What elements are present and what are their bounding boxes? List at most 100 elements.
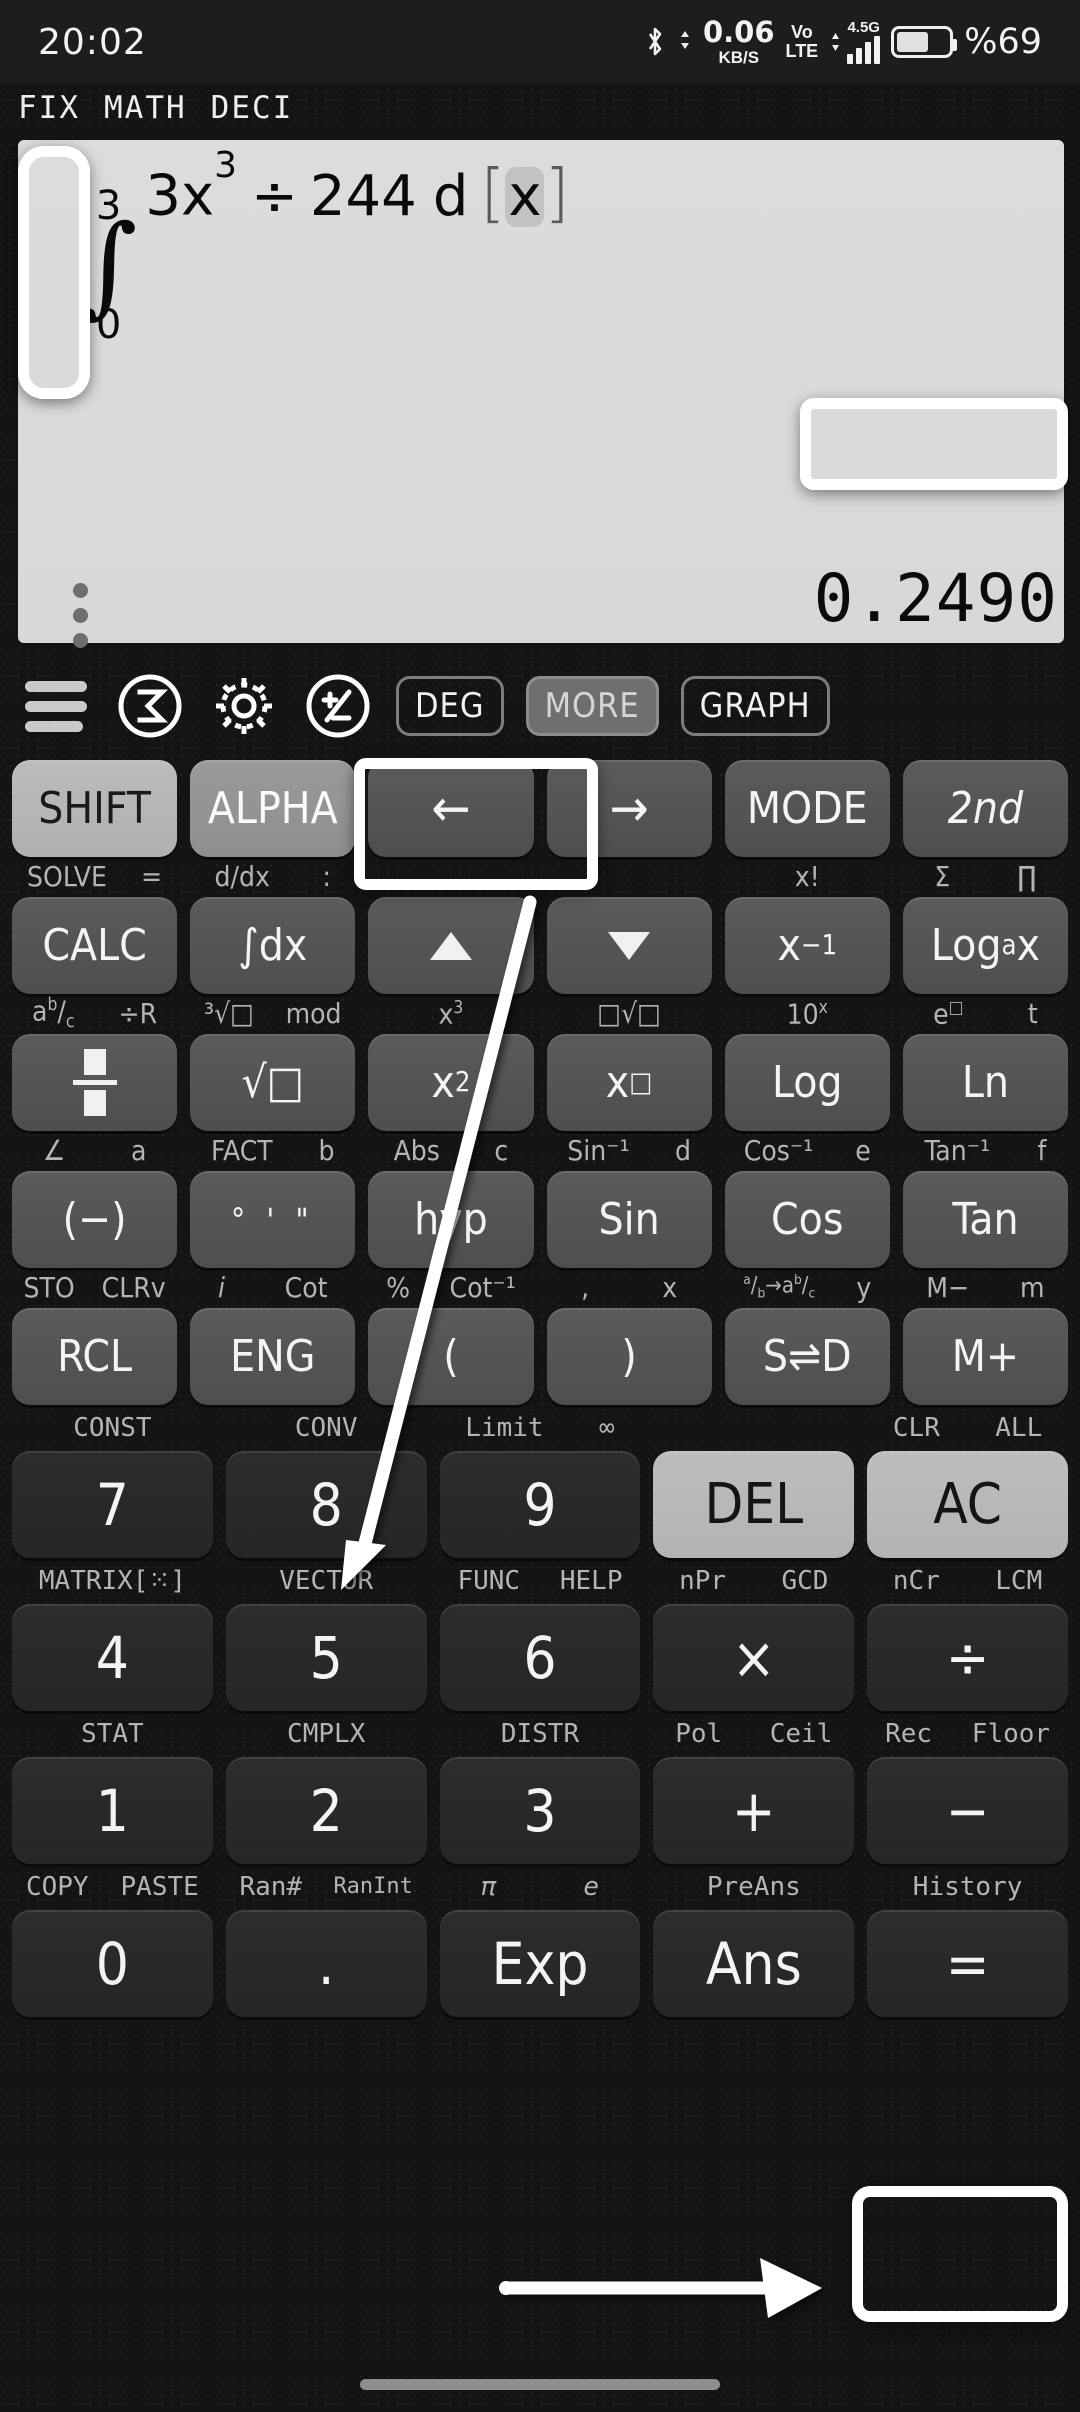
- key-calc[interactable]: CALC: [12, 897, 178, 994]
- key-x-squared[interactable]: x2: [368, 1034, 534, 1131]
- label-sigma: Σ: [934, 860, 951, 893]
- label-b: b: [318, 1134, 335, 1167]
- label-group-mminus: M− m: [903, 1274, 1068, 1302]
- key-divide[interactable]: ÷: [867, 1604, 1068, 1711]
- label-vector: VECTOR: [279, 1566, 374, 1596]
- key-minus[interactable]: −: [867, 1757, 1068, 1864]
- key-eng[interactable]: ENG: [190, 1308, 356, 1405]
- key-hyp[interactable]: hyp: [368, 1171, 534, 1268]
- label-x-cubed: x3: [438, 997, 464, 1031]
- vertical-dots-icon[interactable]: [73, 583, 88, 648]
- key-4[interactable]: 4: [12, 1604, 213, 1711]
- key-negative[interactable]: (−): [12, 1171, 178, 1268]
- label-t: t: [1027, 996, 1038, 1030]
- expression-exponent: 3: [214, 145, 237, 187]
- label-arctan: Tan⁻¹: [924, 1134, 991, 1167]
- key-arrow-up[interactable]: [368, 897, 534, 994]
- key-s-d-toggle[interactable]: S⇌D: [724, 1308, 890, 1405]
- expression-coefficient-x: 3x: [145, 164, 215, 229]
- key-mode[interactable]: MODE: [724, 760, 890, 857]
- label-group-history: History: [867, 1874, 1068, 1900]
- key-log-base-a[interactable]: Log a x: [902, 897, 1069, 994]
- key-square-root[interactable]: √□: [190, 1034, 356, 1131]
- label-npr: nPr: [679, 1566, 727, 1596]
- key-alpha[interactable]: ALPHA: [190, 760, 356, 857]
- label-ddx: d/dx: [214, 860, 270, 893]
- hamburger-menu-icon[interactable]: [20, 670, 92, 742]
- label-ncr: nCr: [892, 1566, 940, 1596]
- key-m-plus[interactable]: M+: [902, 1308, 1069, 1405]
- key-8[interactable]: 8: [225, 1451, 427, 1558]
- label-arcsin: Sin⁻¹: [567, 1134, 630, 1167]
- mode-indicator-fix: FIX: [18, 90, 80, 126]
- label-group-fact2: FACT b: [190, 1137, 355, 1165]
- key-ans[interactable]: Ans: [653, 1910, 855, 2017]
- label-abs: Abs: [393, 1134, 440, 1167]
- key-0[interactable]: 0: [12, 1910, 213, 2017]
- key-del[interactable]: DEL: [653, 1451, 855, 1558]
- key-degree-minute-second[interactable]: ° ' ": [190, 1171, 356, 1268]
- integral-operator: 3 ∫ 0: [80, 186, 137, 345]
- key-exp[interactable]: Exp: [439, 1910, 641, 2017]
- key-arrow-left[interactable]: ←: [368, 760, 534, 857]
- label-group-sto: STO CLRv: [12, 1274, 177, 1302]
- sigma-circle-icon[interactable]: [114, 670, 186, 742]
- label-group-preans: PreAns: [653, 1874, 854, 1900]
- label-a: a: [130, 1134, 147, 1167]
- key-equals[interactable]: =: [867, 1910, 1068, 2017]
- key-fraction[interactable]: [12, 1034, 178, 1131]
- key-2[interactable]: 2: [225, 1757, 427, 1864]
- key-x-power[interactable]: x □: [546, 1034, 712, 1131]
- label-clr: CLR: [892, 1413, 940, 1443]
- expression-line[interactable]: 3 ∫ 0 3x3 ÷ 244 d [ x ]: [80, 148, 1034, 345]
- keypad: SHIFT ALPHA ← → MODE 2nd SOLVE = d/dx :: [0, 760, 1080, 2017]
- key-cos[interactable]: Cos: [724, 1171, 890, 1268]
- label-group-stat: STAT: [12, 1721, 213, 1747]
- calculator-display[interactable]: 3 ∫ 0 3x3 ÷ 244 d [ x ] 0.2490: [18, 140, 1064, 648]
- label-rec: Rec: [885, 1719, 933, 1749]
- key-multiply[interactable]: ×: [653, 1604, 855, 1711]
- label-group-matrix: MATRIX[⁙]: [12, 1568, 213, 1594]
- key-6[interactable]: 6: [439, 1604, 641, 1711]
- key-sin[interactable]: Sin: [546, 1171, 712, 1268]
- label-group-calc: SOLVE =: [12, 863, 177, 891]
- label-div-r: ÷R: [118, 997, 158, 1030]
- more-button[interactable]: MORE: [525, 676, 659, 736]
- key-rcl[interactable]: RCL: [12, 1308, 178, 1405]
- key-close-paren[interactable]: ): [546, 1308, 712, 1405]
- label-imaginary: i: [217, 1271, 225, 1304]
- label-group-comma: , x: [547, 1274, 712, 1302]
- key-3[interactable]: 3: [439, 1757, 641, 1864]
- key-plus[interactable]: +: [653, 1757, 855, 1864]
- home-indicator: [360, 2379, 720, 2390]
- label-group-pi-e: π e: [440, 1874, 641, 1900]
- key-arrow-down[interactable]: [546, 897, 712, 994]
- key-5[interactable]: 5: [225, 1604, 427, 1711]
- key-tan[interactable]: Tan: [902, 1171, 1069, 1268]
- key-2nd[interactable]: 2nd: [902, 760, 1069, 857]
- key-integral-dx[interactable]: ∫dx: [190, 897, 356, 994]
- key-ln[interactable]: Ln: [902, 1034, 1069, 1131]
- plus-minus-circle-icon[interactable]: [302, 670, 374, 742]
- key-ac[interactable]: AC: [867, 1451, 1068, 1558]
- gear-icon[interactable]: [208, 670, 280, 742]
- key-arrow-right[interactable]: →: [546, 760, 712, 857]
- key-7[interactable]: 7: [12, 1451, 213, 1558]
- key-9[interactable]: 9: [439, 1451, 641, 1558]
- calculator-app-screen: 20:02 0.06 KB/S Vo LTE 4.5G %69 FIX MATH…: [0, 0, 1080, 2412]
- network-speed-value: 0.06: [702, 15, 775, 49]
- label-history: History: [912, 1872, 1023, 1902]
- label-cot: Cot: [284, 1271, 328, 1304]
- label-group-func: FUNC HELP: [440, 1568, 641, 1594]
- key-log[interactable]: Log: [724, 1034, 890, 1131]
- key-inverse[interactable]: x −1: [724, 897, 890, 994]
- deg-button[interactable]: DEG: [396, 676, 504, 736]
- key-decimal-point[interactable]: .: [225, 1910, 427, 2017]
- label-fact: FACT: [211, 1134, 273, 1167]
- label-nth-root: □√□: [597, 997, 661, 1030]
- key-1[interactable]: 1: [12, 1757, 213, 1864]
- key-shift[interactable]: SHIFT: [12, 760, 178, 857]
- label-sto: STO: [23, 1271, 75, 1304]
- key-open-paren[interactable]: (: [368, 1308, 534, 1405]
- graph-button[interactable]: GRAPH: [680, 676, 830, 736]
